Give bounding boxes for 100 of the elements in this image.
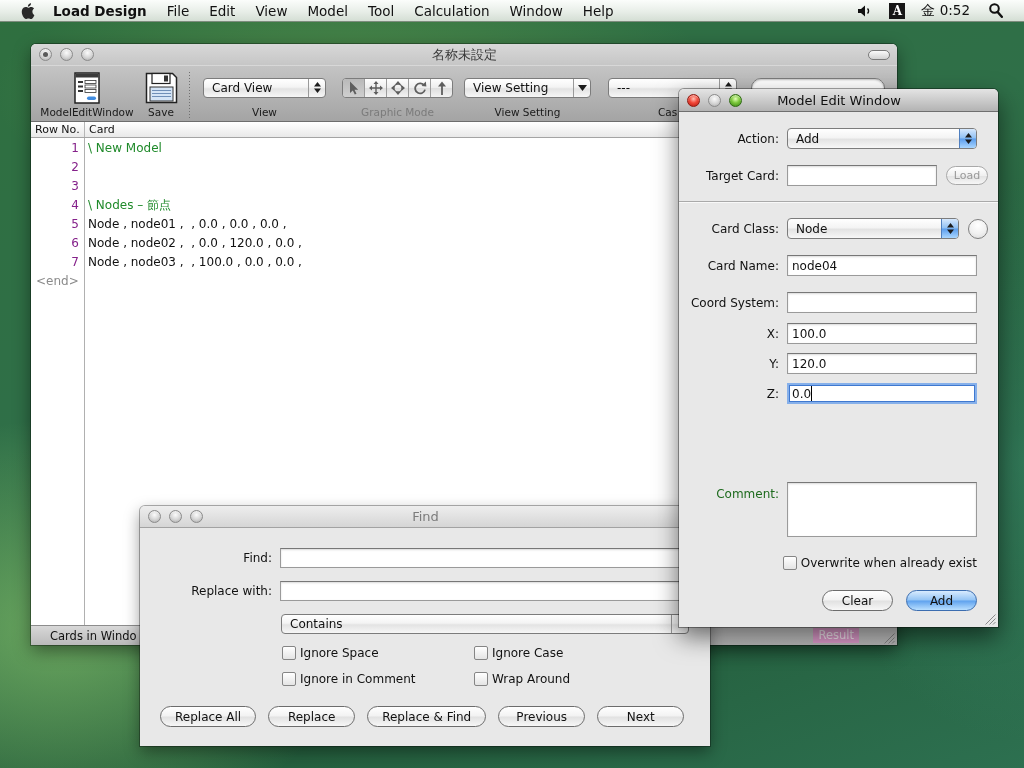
field-label: Comment: bbox=[716, 487, 779, 501]
view-popup[interactable]: Card View bbox=[203, 77, 326, 98]
close-button[interactable] bbox=[687, 93, 700, 107]
form-window-icon bbox=[74, 71, 100, 104]
zoom-button[interactable] bbox=[190, 510, 203, 523]
row-number: 1 bbox=[71, 140, 79, 157]
result-badge: Result bbox=[813, 628, 859, 643]
text-field[interactable]: 0.0 bbox=[787, 383, 977, 404]
checkbox[interactable] bbox=[474, 646, 488, 660]
close-button[interactable] bbox=[148, 510, 161, 523]
end-marker: <end> bbox=[36, 273, 79, 290]
dialog-button[interactable]: Previous bbox=[498, 706, 586, 727]
row-number: 5 bbox=[71, 216, 79, 233]
pointer-icon bbox=[348, 80, 359, 95]
save-icon bbox=[144, 71, 178, 104]
field-label: Target Card: bbox=[705, 168, 779, 183]
window-title: 名称未設定 bbox=[432, 45, 497, 64]
dialog-button[interactable]: Replace All bbox=[160, 706, 257, 727]
up-down-arrows-icon bbox=[946, 223, 954, 234]
field-label: Y: bbox=[769, 356, 779, 371]
toolbar-label: View bbox=[252, 105, 277, 119]
menu-clock[interactable]: 金 0:52 bbox=[921, 1, 970, 20]
search-icon[interactable] bbox=[989, 3, 1003, 18]
menu-item[interactable]: View bbox=[255, 2, 288, 19]
window-title: Find bbox=[412, 509, 439, 524]
app-menu[interactable]: Load Design bbox=[53, 2, 147, 19]
checkbox[interactable] bbox=[782, 556, 797, 570]
up-down-arrows-icon bbox=[313, 82, 321, 93]
text-field[interactable]: node04 bbox=[787, 255, 977, 276]
menu-item[interactable]: Calculation bbox=[414, 2, 490, 19]
status-text: Cards in Windo bbox=[50, 628, 137, 643]
input-source-indicator[interactable]: A bbox=[889, 2, 906, 19]
up-down-arrows-icon bbox=[964, 133, 972, 144]
toolbar-toggle-button[interactable] bbox=[868, 49, 890, 60]
checkbox-label[interactable]: Overwrite when already exist bbox=[800, 556, 977, 570]
down-triangle-icon bbox=[577, 84, 587, 91]
dialog-button[interactable]: Clear bbox=[822, 590, 893, 611]
comment-field[interactable] bbox=[787, 482, 977, 537]
comment-line: \ New Model bbox=[88, 140, 162, 157]
field-label: Z: bbox=[766, 386, 779, 401]
menu-item[interactable]: Window bbox=[509, 2, 563, 19]
checkbox-label[interactable]: Ignore in Comment bbox=[300, 672, 416, 686]
window-title: Model Edit Window bbox=[777, 92, 901, 108]
checkbox[interactable] bbox=[282, 672, 296, 686]
text-field[interactable] bbox=[787, 292, 977, 313]
menu-item[interactable]: File bbox=[166, 2, 190, 19]
action-popup[interactable]: Add bbox=[787, 128, 977, 149]
checkbox[interactable] bbox=[282, 646, 296, 660]
toolbar-label: View Setting bbox=[494, 105, 561, 119]
card-line: Node , node01 , , 0.0 , 0.0 , 0.0 , bbox=[88, 216, 287, 233]
row-number: 4 bbox=[71, 197, 79, 214]
toolbar-button[interactable]: Save bbox=[143, 70, 179, 119]
toolbar-button[interactable]: ModelEditWindow bbox=[39, 70, 135, 119]
menu-item[interactable]: Edit bbox=[209, 2, 236, 19]
text-field[interactable]: 120.0 bbox=[787, 353, 977, 374]
minimize-button[interactable] bbox=[169, 510, 182, 523]
card-line: Node , node02 , , 0.0 , 120.0 , 0.0 , bbox=[88, 235, 302, 252]
row-number: 2 bbox=[71, 159, 79, 176]
card-class-popup[interactable]: Node bbox=[787, 218, 959, 239]
zoom-button[interactable] bbox=[729, 93, 742, 107]
minimize-button[interactable] bbox=[708, 93, 721, 107]
resize-grip-icon[interactable] bbox=[985, 614, 996, 625]
checkbox-label[interactable]: Ignore Space bbox=[300, 646, 379, 660]
menu-item[interactable]: Help bbox=[582, 2, 614, 19]
close-button[interactable] bbox=[39, 48, 52, 61]
toolbar-label: Cas bbox=[658, 105, 678, 119]
match-popup[interactable]: Contains bbox=[281, 614, 689, 634]
field-label: X: bbox=[766, 326, 779, 341]
dialog-button[interactable]: Next bbox=[597, 706, 685, 727]
text-field[interactable]: 100.0 bbox=[787, 323, 977, 344]
circle-arrows-icon bbox=[390, 80, 405, 95]
checkbox[interactable] bbox=[474, 672, 488, 686]
minimize-button[interactable] bbox=[60, 48, 73, 61]
menu-item[interactable]: Tool bbox=[368, 2, 395, 19]
rotate-icon bbox=[412, 80, 427, 95]
move-icon bbox=[368, 80, 383, 95]
target-card-field[interactable] bbox=[787, 165, 937, 186]
row-number: 7 bbox=[71, 254, 79, 271]
text-cursor-icon bbox=[811, 386, 813, 401]
row-number: 3 bbox=[71, 178, 79, 195]
menu-item[interactable]: Model bbox=[307, 2, 348, 19]
field-label: Card Name: bbox=[707, 258, 779, 273]
field-label: Replace with: bbox=[191, 584, 272, 598]
up-arrow-icon bbox=[436, 80, 447, 95]
dialog-button[interactable]: Replace & Find bbox=[367, 706, 487, 727]
round-button[interactable] bbox=[968, 218, 988, 239]
checkbox-label[interactable]: Ignore Case bbox=[492, 646, 564, 660]
row-number: 6 bbox=[71, 235, 79, 252]
dialog-button[interactable]: Replace bbox=[268, 706, 356, 727]
view-setting-popup[interactable]: View Setting bbox=[464, 77, 591, 98]
card-line: Node , node03 , , 100.0 , 0.0 , 0.0 , bbox=[88, 254, 302, 271]
checkbox-label[interactable]: Wrap Around bbox=[492, 672, 571, 686]
apple-icon[interactable] bbox=[20, 1, 35, 20]
comment-line: \ Nodes – 節点 bbox=[88, 197, 172, 214]
dialog-button[interactable]: Add bbox=[906, 590, 977, 611]
column-header[interactable]: Row No. bbox=[31, 122, 85, 137]
field-label: Coord System: bbox=[691, 295, 779, 310]
zoom-button[interactable] bbox=[81, 48, 94, 61]
field-label: Find: bbox=[243, 551, 272, 565]
resize-grip-icon[interactable] bbox=[884, 633, 895, 644]
